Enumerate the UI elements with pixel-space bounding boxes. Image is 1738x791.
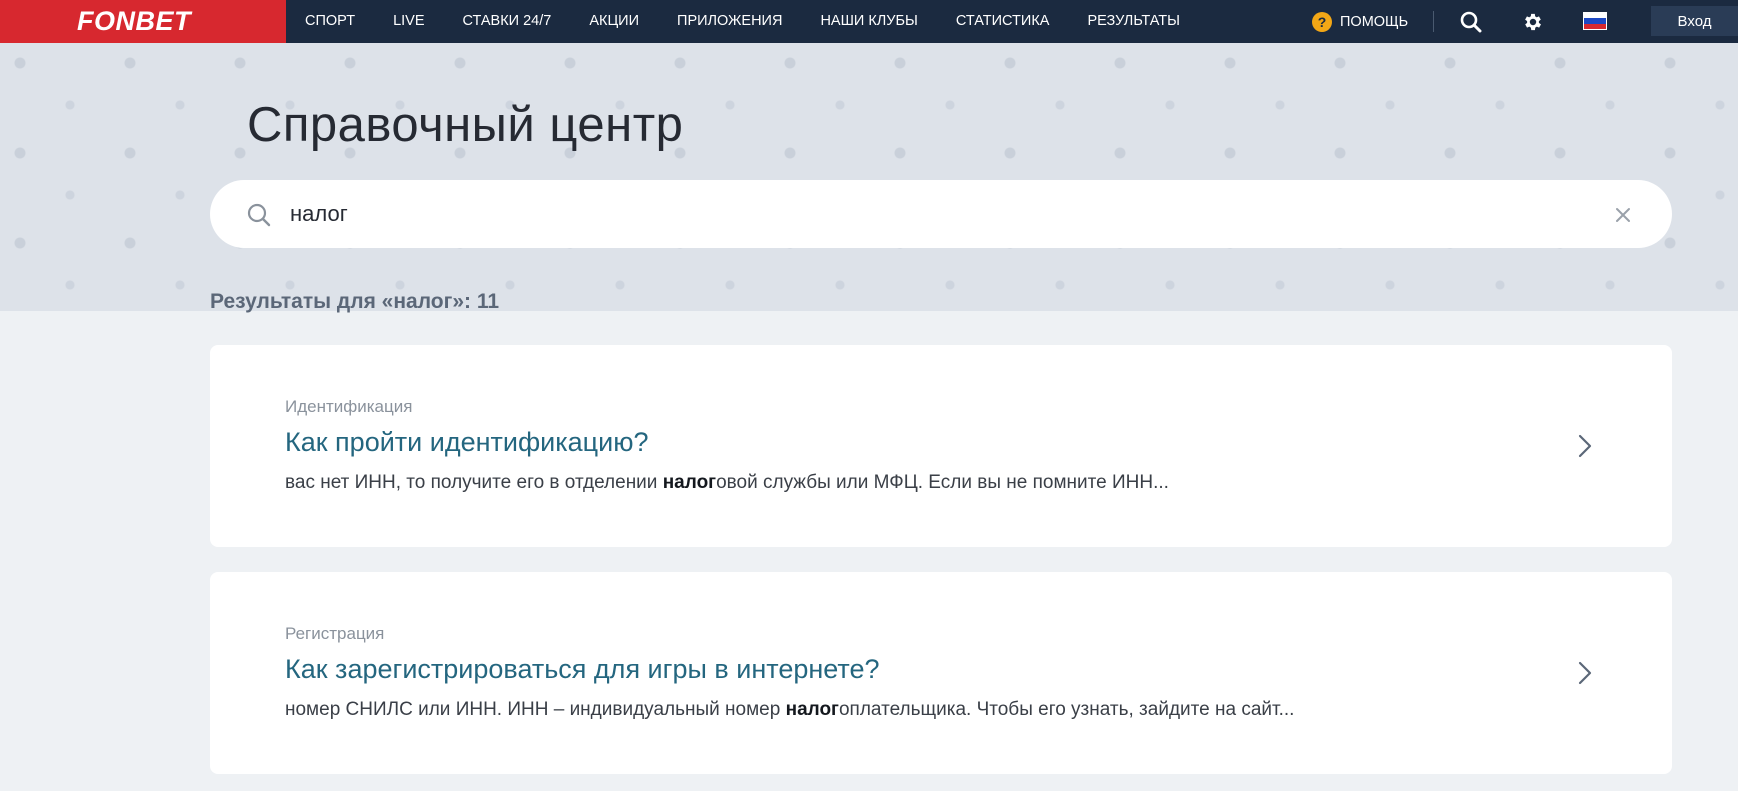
nav-item-sport[interactable]: СПОРТ	[286, 0, 374, 43]
nav-item-apps[interactable]: ПРИЛОЖЕНИЯ	[658, 0, 801, 43]
nav-item-promotions[interactable]: АКЦИИ	[570, 0, 658, 43]
result-snippet: вас нет ИНН, то получите его в отделении…	[285, 472, 1169, 494]
snippet-highlight: налог	[785, 699, 839, 720]
flag-stripe-red	[1584, 23, 1606, 29]
snippet-text: овой службы или МФЦ. Если вы не помните …	[716, 472, 1169, 493]
help-link[interactable]: ? ПОМОЩЬ	[1312, 0, 1408, 43]
logo[interactable]: FONBET	[0, 0, 286, 43]
help-label: ПОМОЩЬ	[1340, 13, 1409, 30]
nav-item-live[interactable]: LIVE	[374, 0, 443, 43]
search-field-icon	[246, 202, 272, 228]
snippet-text: оплательщика. Чтобы его узнать, зайдите …	[838, 699, 1295, 720]
search-input[interactable]	[290, 194, 1590, 234]
chevron-right-icon	[1578, 434, 1592, 458]
top-navigation-bar: FONBET СПОРТ LIVE СТАВКИ 24/7 АКЦИИ ПРИЛ…	[0, 0, 1738, 43]
nav-divider	[1433, 11, 1434, 32]
chevron-right-icon	[1578, 661, 1592, 685]
language-flag-russian[interactable]	[1583, 12, 1607, 30]
result-card[interactable]: Идентификация Как пройти идентификацию? …	[210, 345, 1672, 547]
result-card[interactable]: Регистрация Как зарегистрироваться для и…	[210, 572, 1672, 774]
results-count: Результаты для «налог»: 11	[210, 290, 500, 313]
search-icon	[1460, 11, 1482, 32]
snippet-text: номер СНИЛС или ИНН. ИНН – индивидуальны…	[285, 699, 786, 720]
nav-item-bets-24-7[interactable]: СТАВКИ 24/7	[444, 0, 571, 43]
results-list: Идентификация Как пройти идентификацию? …	[210, 345, 1672, 791]
result-category: Регистрация	[285, 624, 385, 643]
snippet-text: вас нет ИНН, то получите его в отделении	[285, 472, 663, 493]
clear-search-button[interactable]	[1610, 202, 1636, 228]
hero-section	[0, 43, 1738, 311]
search-icon	[247, 203, 271, 227]
nav-item-results[interactable]: РЕЗУЛЬТАТЫ	[1068, 0, 1199, 43]
result-category: Идентификация	[285, 397, 413, 416]
help-icon: ?	[1312, 11, 1332, 32]
header-search-button[interactable]	[1456, 0, 1486, 43]
close-icon	[1616, 208, 1630, 222]
result-snippet: номер СНИЛС или ИНН. ИНН – индивидуальны…	[285, 699, 1294, 721]
settings-button[interactable]	[1518, 0, 1548, 43]
result-title[interactable]: Как зарегистрироваться для игры в интерн…	[285, 654, 879, 685]
result-title[interactable]: Как пройти идентификацию?	[285, 427, 649, 458]
nav-item-statistics[interactable]: СТАТИСТИКА	[937, 0, 1069, 43]
gear-icon	[1525, 13, 1541, 30]
logo-text: FONBET	[77, 6, 191, 36]
login-button[interactable]: Вход	[1651, 6, 1738, 36]
snippet-highlight: налог	[662, 472, 717, 493]
main-nav: СПОРТ LIVE СТАВКИ 24/7 АКЦИИ ПРИЛОЖЕНИЯ …	[286, 0, 1199, 43]
nav-item-our-clubs[interactable]: НАШИ КЛУБЫ	[801, 0, 936, 43]
page-title: Справочный центр	[247, 98, 684, 152]
search-bar	[210, 180, 1672, 248]
